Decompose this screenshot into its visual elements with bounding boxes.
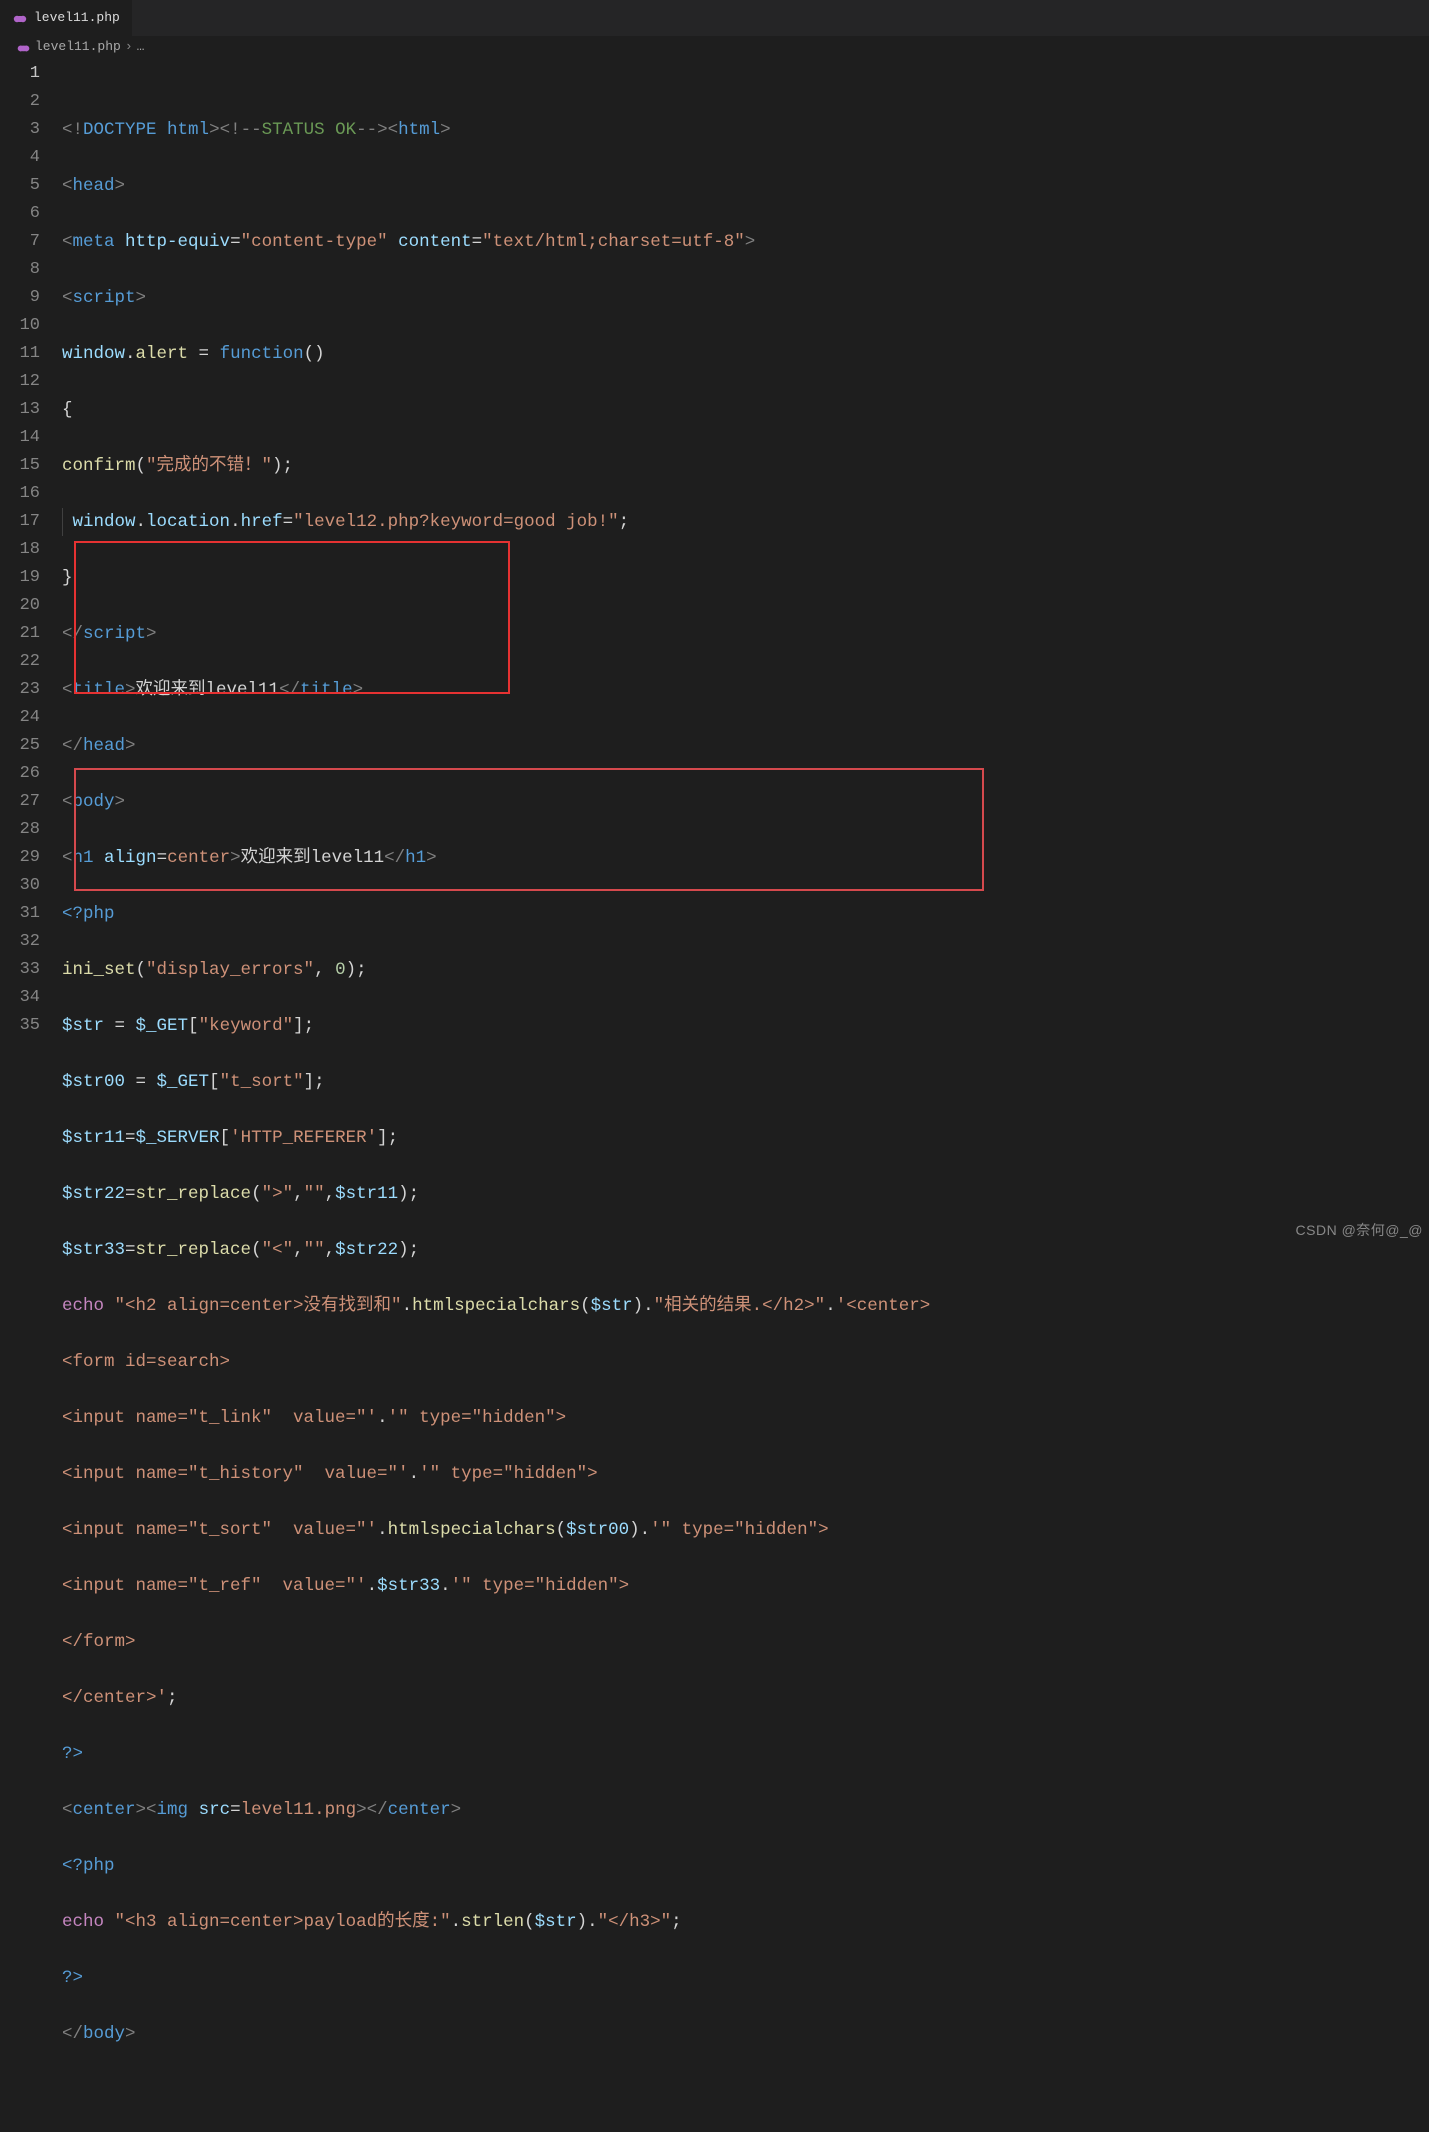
code-editor[interactable]: 1234567891011121314151617181920212223242… (0, 58, 1429, 2132)
line-number: 13 (0, 396, 40, 424)
line-number: 34 (0, 984, 40, 1012)
code-line: ini_set("display_errors", 0); (62, 956, 1429, 984)
code-line: { (62, 396, 1429, 424)
watermark: CSDN @奈何@_@ (1296, 1216, 1423, 1244)
line-number: 8 (0, 256, 40, 284)
line-number: 27 (0, 788, 40, 816)
line-number: 29 (0, 844, 40, 872)
code-line: <h1 align=center>欢迎来到level11</h1> (62, 844, 1429, 872)
code-line: window.location.href="level12.php?keywor… (62, 508, 1429, 536)
code-line: </body> (62, 2020, 1429, 2048)
code-line: </center>'; (62, 1684, 1429, 1712)
chevron-right-icon: › (125, 33, 133, 61)
code-line: ?> (62, 1964, 1429, 1992)
breadcrumb-file: level11.php (35, 33, 121, 61)
line-number: 11 (0, 340, 40, 368)
line-number: 5 (0, 172, 40, 200)
code-line: <body> (62, 788, 1429, 816)
code-line: <?php (62, 900, 1429, 928)
line-number: 26 (0, 760, 40, 788)
code-line: $str22=str_replace(">","",$str11); (62, 1180, 1429, 1208)
line-number: 18 (0, 536, 40, 564)
code-line: $str11=$_SERVER['HTTP_REFERER']; (62, 1124, 1429, 1152)
line-number-gutter: 1234567891011121314151617181920212223242… (0, 60, 62, 2132)
line-number: 22 (0, 648, 40, 676)
code-line: echo "<h3 align=center>payload的长度:".strl… (62, 1908, 1429, 1936)
breadcrumb[interactable]: level11.php › … (0, 36, 1429, 58)
code-line: <input name="t_history" value="'.'" type… (62, 1460, 1429, 1488)
line-number: 32 (0, 928, 40, 956)
line-number: 14 (0, 424, 40, 452)
code-line: <form id=search> (62, 1348, 1429, 1376)
code-line: </form> (62, 1628, 1429, 1656)
code-line: <head> (62, 172, 1429, 200)
line-number: 21 (0, 620, 40, 648)
code-line: <input name="t_link" value="'.'" type="h… (62, 1404, 1429, 1432)
breadcrumb-more: … (137, 33, 145, 61)
line-number: 25 (0, 732, 40, 760)
line-number: 19 (0, 564, 40, 592)
line-number: 23 (0, 676, 40, 704)
code-line: $str00 = $_GET["t_sort"]; (62, 1068, 1429, 1096)
code-line: <script> (62, 284, 1429, 312)
code-line: confirm("完成的不错！"); (62, 452, 1429, 480)
code-line: <input name="t_sort" value="'.htmlspecia… (62, 1516, 1429, 1544)
code-line: <!DOCTYPE html><!--STATUS OK--><html> (62, 116, 1429, 144)
line-number: 31 (0, 900, 40, 928)
line-number: 9 (0, 284, 40, 312)
code-line: ?> (62, 1740, 1429, 1768)
code-line: window.alert = function() (62, 340, 1429, 368)
line-number: 1 (0, 60, 40, 88)
line-number: 20 (0, 592, 40, 620)
line-number: 3 (0, 116, 40, 144)
line-number: 35 (0, 1012, 40, 1040)
code-line: } (62, 564, 1429, 592)
code-line: echo "<h2 align=center>没有找到和".htmlspecia… (62, 1292, 1429, 1320)
code-line: $str33=str_replace("<","",$str22); (62, 1236, 1429, 1264)
line-number: 17 (0, 508, 40, 536)
editor-tab-level11[interactable]: level11.php (0, 0, 132, 36)
line-number: 15 (0, 452, 40, 480)
code-line: <title>欢迎来到level11</title> (62, 676, 1429, 704)
code-line: $str = $_GET["keyword"]; (62, 1012, 1429, 1040)
line-number: 2 (0, 88, 40, 116)
php-elephant-icon (16, 40, 31, 55)
line-number: 4 (0, 144, 40, 172)
line-number: 24 (0, 704, 40, 732)
tab-bar: level11.php (0, 0, 1429, 36)
code-line: <meta http-equiv="content-type" content=… (62, 228, 1429, 256)
line-number: 12 (0, 368, 40, 396)
code-line: <input name="t_ref" value="'.$str33.'" t… (62, 1572, 1429, 1600)
line-number: 6 (0, 200, 40, 228)
line-number: 28 (0, 816, 40, 844)
code-line: </script> (62, 620, 1429, 648)
code-line: <?php (62, 1852, 1429, 1880)
line-number: 10 (0, 312, 40, 340)
code-content[interactable]: <!DOCTYPE html><!--STATUS OK--><html> <h… (62, 60, 1429, 2132)
tab-filename: level11.php (34, 4, 120, 32)
line-number: 30 (0, 872, 40, 900)
code-line: </head> (62, 732, 1429, 760)
code-line: <center><img src=level11.png></center> (62, 1796, 1429, 1824)
php-elephant-icon (12, 10, 28, 26)
line-number: 33 (0, 956, 40, 984)
line-number: 7 (0, 228, 40, 256)
line-number: 16 (0, 480, 40, 508)
